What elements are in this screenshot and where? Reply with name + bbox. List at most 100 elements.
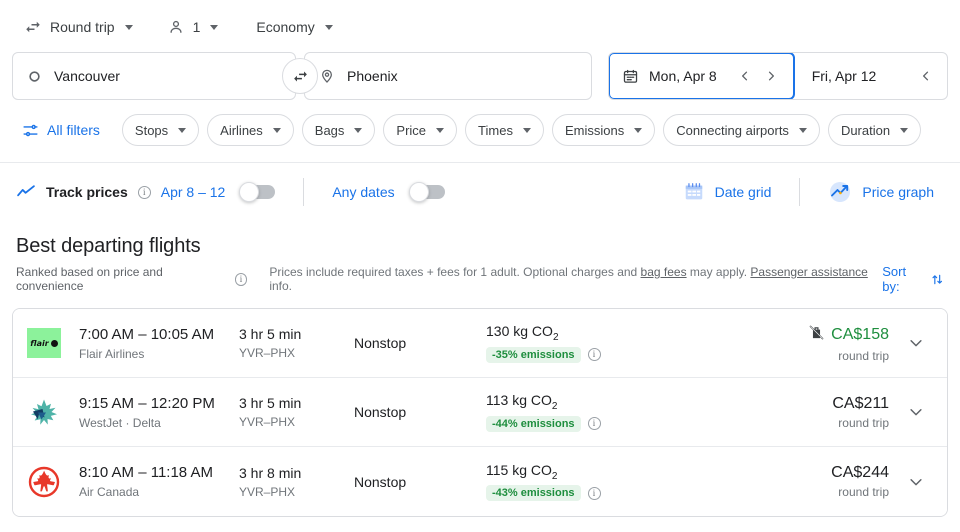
expand-cell bbox=[893, 328, 931, 358]
filter-chip-airlines[interactable]: Airlines bbox=[207, 114, 294, 146]
flight-times: 9:15 AM – 12:20 PM bbox=[79, 394, 215, 412]
google-flights-results-page: Round trip 1 Economy Vancouver Phoenix M… bbox=[0, 0, 960, 532]
filter-chip-bags[interactable]: Bags bbox=[301, 114, 376, 146]
all-filters-button[interactable]: All filters bbox=[16, 116, 106, 145]
trip-type-label: round trip bbox=[838, 485, 889, 499]
price-note-part3: info. bbox=[269, 279, 293, 293]
filter-chip-times[interactable]: Times bbox=[465, 114, 544, 146]
origin-destination-group: Vancouver Phoenix bbox=[12, 52, 592, 100]
trip-options-bar: Round trip 1 Economy bbox=[0, 0, 960, 46]
price-line: CA$244 bbox=[666, 464, 889, 482]
passenger-assistance-link[interactable]: Passenger assistance bbox=[750, 265, 867, 279]
depart-next-day-button[interactable] bbox=[759, 64, 783, 88]
table-row[interactable]: 9:15 AM – 12:20 PM WestJet · Delta 3 hr … bbox=[13, 378, 947, 447]
cabin-class-selector[interactable]: Economy bbox=[248, 13, 340, 41]
flight-stops: Nonstop bbox=[354, 473, 407, 490]
track-prices-bar: Track prices i Apr 8 – 12 Any dates Date… bbox=[0, 163, 960, 221]
track-dates-toggle[interactable] bbox=[239, 182, 276, 202]
origin-value: Vancouver bbox=[54, 68, 120, 84]
results-subheader: Ranked based on price and convenience i … bbox=[16, 264, 944, 294]
price-graph-button[interactable]: Price graph bbox=[818, 174, 944, 210]
flight-duration: 3 hr 5 min bbox=[239, 395, 302, 411]
vertical-divider bbox=[799, 178, 801, 206]
flight-search-bar: Vancouver Phoenix Mon, Apr 8 Fri, Apr 12 bbox=[0, 46, 960, 100]
return-prev-day-button[interactable] bbox=[914, 64, 938, 88]
filter-chip-price[interactable]: Price bbox=[383, 114, 458, 146]
expand-flight-button[interactable] bbox=[901, 467, 931, 497]
flight-price: CA$244 bbox=[831, 464, 889, 481]
flight-route: YVR–PHX bbox=[239, 415, 296, 429]
chip-label: Airlines bbox=[220, 122, 263, 138]
emissions-row: -35% emissions i bbox=[486, 346, 666, 363]
westjet-logo bbox=[31, 399, 57, 425]
destination-input[interactable]: Phoenix bbox=[304, 52, 592, 100]
flight-carrier: Air Canada bbox=[79, 485, 140, 499]
co2-value: 115 kg CO bbox=[486, 461, 552, 478]
filter-chips-bar: All filters Stops Airlines Bags Price Ti… bbox=[0, 100, 960, 162]
swap-origin-destination-button[interactable] bbox=[282, 58, 318, 94]
return-next-day-button[interactable] bbox=[940, 64, 947, 88]
depart-date-arrows bbox=[733, 64, 783, 88]
any-dates-toggle[interactable] bbox=[408, 182, 445, 202]
status-badge: -35% emissions bbox=[486, 346, 581, 363]
chip-label: Stops bbox=[134, 122, 169, 138]
depart-prev-day-button[interactable] bbox=[733, 64, 757, 88]
flight-times-cell: 8:10 AM – 11:18 AM Air Canada bbox=[79, 464, 239, 499]
sort-by-label: Sort by: bbox=[882, 264, 907, 294]
track-date-range-label: Apr 8 – 12 bbox=[160, 184, 226, 200]
info-icon[interactable]: i bbox=[587, 348, 601, 362]
trend-line-icon bbox=[16, 182, 36, 202]
filter-chip-stops[interactable]: Stops bbox=[121, 114, 200, 146]
date-grid-icon bbox=[683, 181, 705, 203]
chevron-down-icon bbox=[210, 24, 219, 30]
bag-fees-link[interactable]: bag fees bbox=[641, 265, 687, 279]
chevron-down-icon bbox=[798, 127, 807, 133]
trip-type-selector[interactable]: Round trip bbox=[16, 12, 141, 42]
co2-value: 130 kg CO bbox=[486, 323, 553, 340]
all-filters-label: All filters bbox=[47, 122, 100, 138]
destination-value: Phoenix bbox=[347, 68, 398, 84]
filter-chip-emissions[interactable]: Emissions bbox=[551, 114, 656, 146]
flight-price-cell: CA$211 round trip bbox=[666, 395, 893, 430]
co2-value: 113 kg CO bbox=[486, 392, 552, 409]
person-icon bbox=[167, 18, 185, 36]
flight-emissions-cell: 113 kg CO2 -44% emissions i bbox=[486, 392, 666, 432]
flair-logo-text: flair bbox=[30, 338, 49, 348]
info-icon[interactable]: i bbox=[587, 417, 601, 431]
emissions-row: -43% emissions i bbox=[486, 485, 666, 502]
flight-times: 7:00 AM – 10:05 AM bbox=[79, 325, 215, 343]
ranked-note: Ranked based on price and convenience bbox=[16, 265, 163, 293]
info-icon[interactable]: i bbox=[137, 185, 151, 199]
chip-label: Connecting airports bbox=[676, 122, 789, 138]
expand-flight-button[interactable] bbox=[901, 397, 931, 427]
origin-input[interactable]: Vancouver bbox=[12, 52, 296, 100]
table-row[interactable]: 8:10 AM – 11:18 AM Air Canada 3 hr 8 min… bbox=[13, 447, 947, 516]
date-grid-button[interactable]: Date grid bbox=[673, 175, 782, 209]
sort-by-button[interactable]: Sort by: bbox=[882, 264, 944, 294]
price-disclaimer: Prices include required taxes + fees for… bbox=[269, 265, 874, 293]
co2-subscript: 2 bbox=[551, 470, 558, 482]
emissions-row: -44% emissions i bbox=[486, 415, 666, 432]
flight-price: CA$211 bbox=[832, 394, 889, 412]
depart-date-value: Mon, Apr 8 bbox=[649, 68, 717, 84]
flight-co2: 113 kg CO2 bbox=[486, 392, 666, 412]
depart-date-field[interactable]: Mon, Apr 8 bbox=[609, 53, 795, 99]
flight-stops: Nonstop bbox=[354, 335, 407, 351]
flight-duration: 3 hr 8 min bbox=[239, 464, 302, 481]
flight-route: YVR–PHX bbox=[239, 484, 296, 499]
info-icon[interactable]: i bbox=[587, 486, 601, 500]
info-icon[interactable]: i bbox=[234, 272, 248, 286]
calendar-icon bbox=[622, 68, 639, 85]
chevron-down-icon bbox=[272, 127, 281, 133]
chevron-down-icon bbox=[324, 24, 333, 30]
filter-chip-connecting-airports[interactable]: Connecting airports bbox=[663, 114, 820, 146]
flight-co2: 115 kg CO2 bbox=[486, 462, 666, 482]
table-row[interactable]: flair 7:00 AM – 10:05 AM Flair Airlines … bbox=[13, 309, 947, 378]
chevron-down-icon bbox=[910, 478, 922, 485]
expand-flight-button[interactable] bbox=[901, 328, 931, 358]
airline-logo-cell: flair bbox=[27, 328, 79, 358]
return-date-field[interactable]: Fri, Apr 12 bbox=[794, 53, 947, 99]
expand-cell bbox=[893, 467, 931, 497]
filter-chip-duration[interactable]: Duration bbox=[827, 114, 922, 146]
passengers-selector[interactable]: 1 bbox=[159, 12, 227, 42]
